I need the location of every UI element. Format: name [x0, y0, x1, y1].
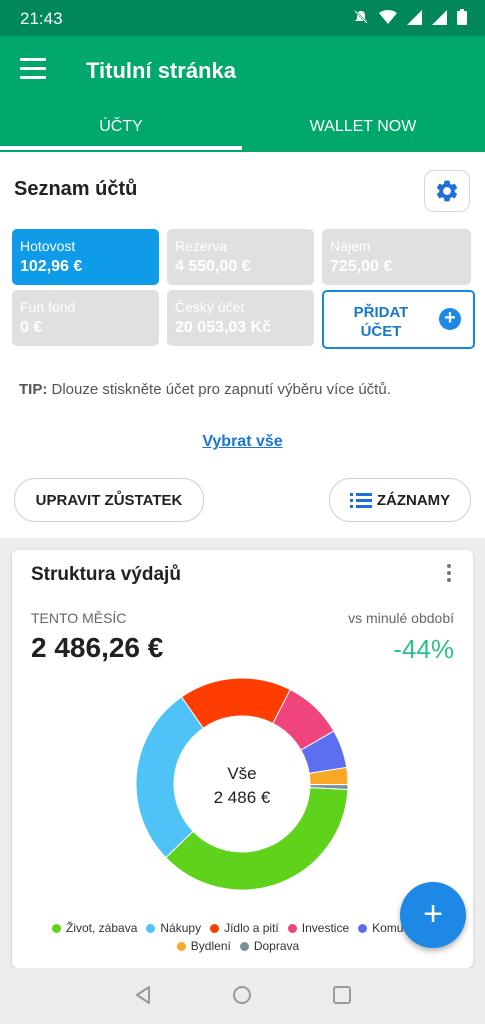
page-title: Titulní stránka — [86, 58, 236, 83]
legend-label: Život, zábava — [66, 921, 138, 935]
legend-label: Jídlo a pití — [224, 921, 279, 935]
account-balance: 20 053,03 Kč — [175, 319, 272, 336]
hamburger-menu-icon[interactable] — [20, 58, 46, 80]
donut-center-value: 2 486 € — [213, 788, 271, 807]
legend-label: Doprava — [253, 939, 300, 953]
account-tile-hotovost[interactable]: Hotovost 102,96 € — [12, 229, 159, 285]
expense-donut-chart[interactable] — [136, 678, 348, 890]
adjust-balance-button[interactable]: UPRAVIT ZŮSTATEK — [14, 478, 204, 522]
tip-label: TIP: — [19, 381, 48, 398]
gear-icon — [436, 180, 458, 202]
account-tile-rezerva[interactable]: Rezerva 4 550,00 € — [167, 229, 314, 285]
add-account-label: PŘIDAT ÚČET — [346, 303, 416, 341]
legend-label: Bydlení — [190, 939, 231, 953]
legend-label: Investice — [301, 921, 350, 935]
account-tile-cesky-ucet[interactable]: Český účet 20 053,03 Kč — [167, 290, 314, 346]
records-button[interactable]: ZÁZNAMY — [329, 478, 471, 522]
add-record-fab[interactable]: + — [400, 882, 466, 948]
legend-dot — [358, 923, 368, 933]
adjust-balance-label: UPRAVIT ZŮSTATEK — [35, 491, 183, 509]
period-label: TENTO MĚSÍC — [31, 610, 127, 626]
account-name: Hotovost — [20, 238, 76, 254]
signal-roaming-icon — [432, 9, 447, 25]
battery-icon — [457, 9, 467, 25]
change-percent: -44% — [393, 634, 454, 664]
account-name: Nájem — [330, 238, 371, 254]
tab-indicator — [0, 146, 242, 150]
legend-item: Nákupy — [146, 921, 201, 935]
card-title: Struktura výdajů — [31, 564, 181, 585]
tip-body: Dlouze stiskněte účet pro zapnutí výběru… — [47, 381, 391, 398]
app-bar: Titulní stránka ÚČTY WALLET NOW — [0, 36, 485, 152]
account-name: Rezerva — [175, 238, 228, 254]
plus-icon: + — [423, 895, 443, 933]
system-nav-bar — [0, 968, 485, 1024]
account-tile-najem[interactable]: Nájem 725,00 € — [322, 229, 471, 285]
signal-icon — [407, 9, 422, 25]
status-icons — [353, 9, 467, 25]
wifi-icon — [379, 10, 397, 24]
account-settings-button[interactable] — [424, 170, 470, 212]
legend-dot — [146, 923, 156, 933]
tab-ucty[interactable]: ÚČTY — [0, 118, 242, 136]
select-all-link[interactable]: Vybrat vše — [0, 433, 485, 451]
accounts-section: Seznam účtů Hotovost 102,96 € Rezerva 4 … — [0, 152, 485, 538]
records-label: ZÁZNAMY — [376, 491, 451, 509]
add-account-button[interactable]: PŘIDAT ÚČET + — [322, 290, 475, 349]
add-account-line2: ÚČET — [360, 323, 402, 340]
total-amount: 2 486,26 € — [31, 632, 164, 663]
more-options-icon[interactable] — [447, 564, 453, 585]
account-balance: 4 550,00 € — [175, 258, 251, 275]
status-bar: 21:43 — [0, 0, 485, 36]
legend-item: Život, zábava — [52, 921, 137, 935]
add-account-line1: PŘIDAT — [353, 304, 409, 321]
recents-icon[interactable] — [332, 985, 352, 1005]
account-name: Fun fond — [20, 299, 76, 315]
list-icon — [349, 493, 372, 508]
back-icon[interactable] — [133, 985, 153, 1005]
legend-dot — [287, 923, 297, 933]
mute-icon — [354, 10, 368, 24]
account-balance: 0 € — [20, 319, 43, 336]
legend-dot — [239, 941, 249, 951]
tip-text: TIP: Dlouze stiskněte účet pro zapnutí v… — [19, 381, 391, 398]
account-name: Český účet — [175, 299, 245, 315]
legend-dot — [176, 941, 186, 951]
legend-dot — [52, 923, 61, 933]
legend-item: Doprava — [239, 939, 300, 953]
account-tile-fun-fond[interactable]: Fun fond 0 € — [12, 290, 159, 346]
status-time: 21:43 — [20, 9, 63, 28]
account-balance: 725,00 € — [330, 258, 393, 275]
tab-wallet-now[interactable]: WALLET NOW — [242, 118, 484, 136]
donut-center-label: Vše — [227, 764, 257, 783]
legend-dot — [210, 923, 220, 933]
compare-label: vs minulé období — [348, 610, 454, 626]
account-balance: 102,96 € — [20, 258, 83, 275]
legend-item: Jídlo a pití — [210, 921, 279, 935]
legend-item: Investice — [287, 921, 350, 935]
home-icon[interactable] — [232, 985, 252, 1005]
legend-label: Nákupy — [160, 921, 202, 935]
accounts-title: Seznam účtů — [14, 178, 138, 200]
legend-item: Bydlení — [176, 939, 231, 953]
plus-circle-icon: + — [439, 308, 461, 330]
